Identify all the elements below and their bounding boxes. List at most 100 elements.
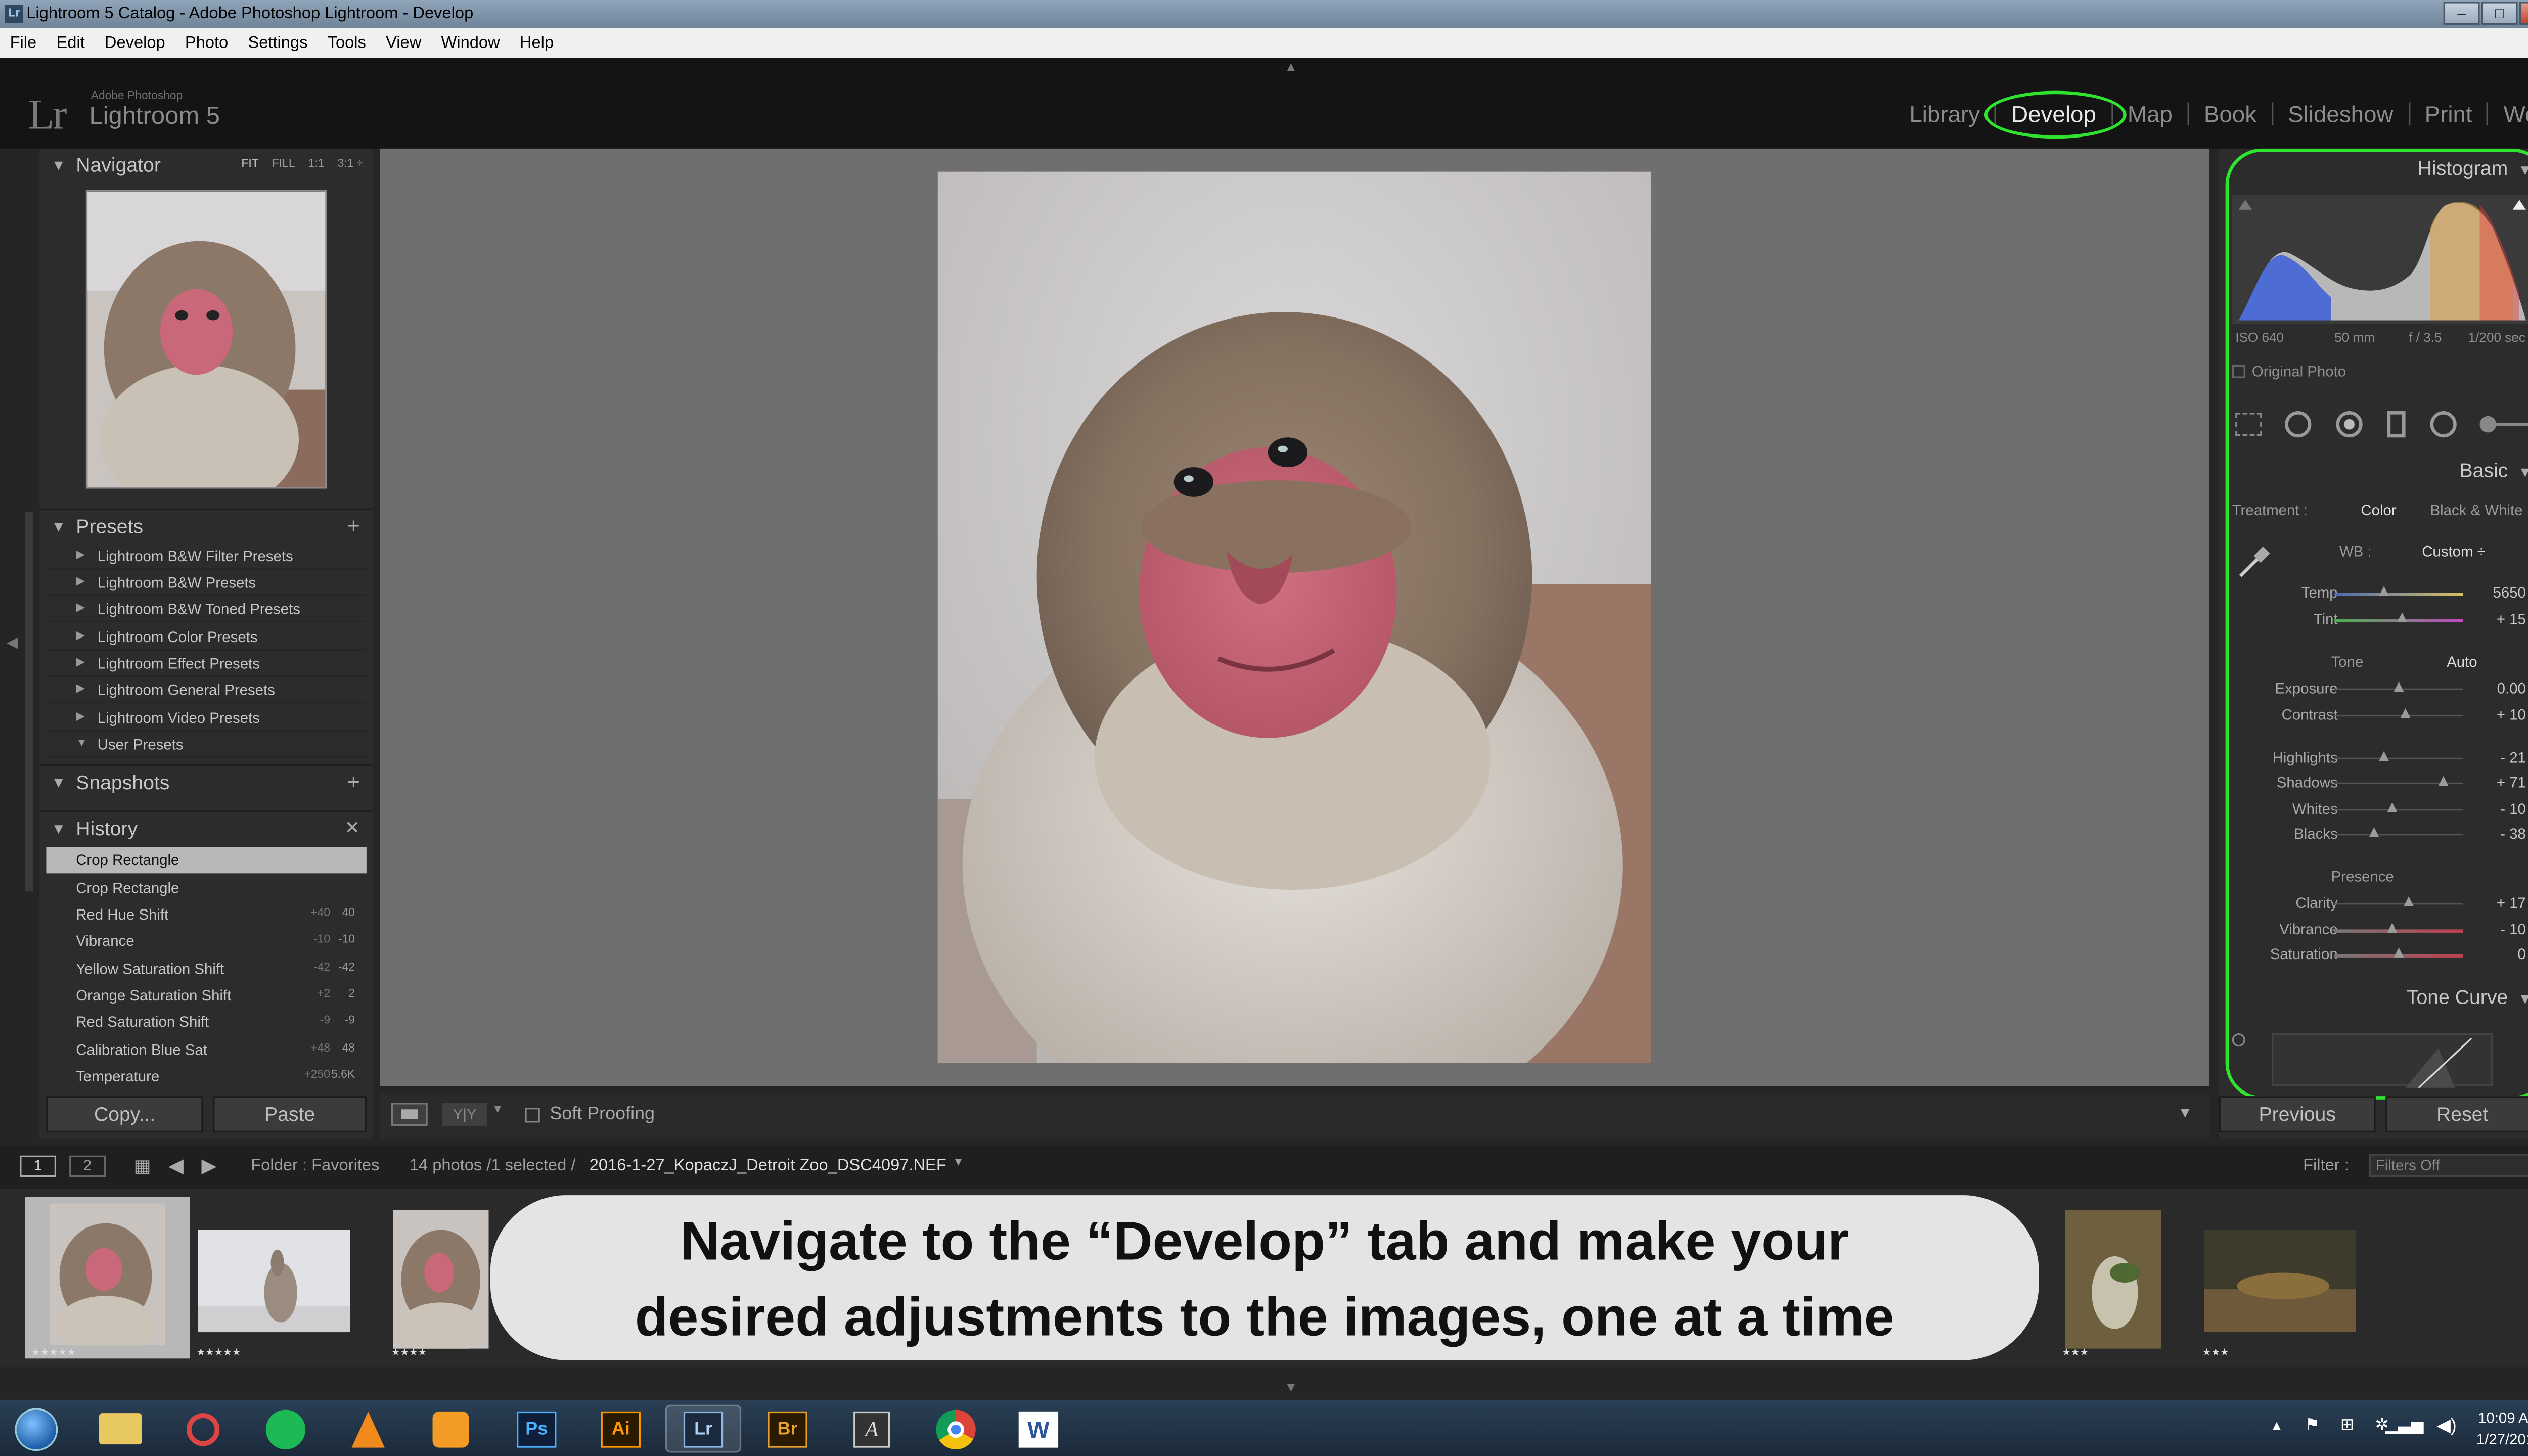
collapse-bottom-icon[interactable]: ▼ bbox=[1284, 1380, 1297, 1395]
nav-1to1[interactable]: 1:1 bbox=[308, 149, 325, 181]
spotify-icon[interactable] bbox=[248, 1405, 324, 1453]
folder-source[interactable]: Folder : Favorites bbox=[251, 1157, 379, 1175]
copy-button[interactable]: Copy... bbox=[46, 1096, 203, 1133]
module-slideshow[interactable]: Slideshow bbox=[2273, 101, 2408, 127]
filmstrip-thumbnail[interactable]: ★★★ bbox=[2195, 1197, 2361, 1359]
history-step[interactable]: Vibrance -10 -10 bbox=[46, 928, 366, 954]
expand-triangle-icon: ▶ bbox=[76, 711, 85, 723]
action-center-flag-icon[interactable]: ⚑ bbox=[2305, 1417, 2319, 1435]
maximize-button[interactable]: □ bbox=[2481, 2, 2518, 25]
history-step[interactable]: Orange Saturation Shift +2 2 bbox=[46, 982, 366, 1009]
snapshots-header[interactable]: ▼ Snapshots + bbox=[39, 764, 373, 797]
module-book[interactable]: Book bbox=[2189, 101, 2271, 127]
show-hidden-icons[interactable]: ▲ bbox=[2270, 1418, 2283, 1433]
history-step[interactable]: Crop Rectangle bbox=[46, 847, 367, 874]
nav-3to1[interactable]: 3:1 ÷ bbox=[338, 149, 364, 181]
preset-folder[interactable]: ▶ Lightroom B&W Presets bbox=[46, 570, 367, 596]
preset-label: Lightroom General Presets bbox=[97, 681, 275, 699]
navigator-header[interactable]: ▼ Navigator FIT FILL 1:1 3:1 ÷ bbox=[39, 149, 373, 181]
clear-history-icon[interactable]: ✕ bbox=[345, 812, 360, 845]
module-develop[interactable]: Develop bbox=[1984, 90, 2127, 139]
reset-button[interactable]: Reset bbox=[2385, 1096, 2528, 1133]
module-web[interactable]: Web bbox=[2489, 101, 2528, 127]
signal-strength-icon[interactable]: ▁▃▅ bbox=[2385, 1417, 2423, 1435]
menu-edit[interactable]: Edit bbox=[47, 34, 95, 52]
module-map[interactable]: Map bbox=[2113, 101, 2188, 127]
module-print[interactable]: Print bbox=[2410, 101, 2487, 127]
history-step[interactable]: Crop Rectangle bbox=[46, 875, 366, 901]
font-viewer-icon[interactable]: A bbox=[834, 1405, 910, 1453]
loupe-view-icon[interactable] bbox=[391, 1103, 428, 1126]
snipping-tool-icon[interactable] bbox=[165, 1405, 241, 1453]
filmstrip-thumbnail[interactable]: ★★★★ bbox=[384, 1197, 490, 1359]
add-snapshot-icon[interactable]: + bbox=[347, 766, 360, 799]
preset-folder[interactable]: ▶ Lightroom B&W Toned Presets bbox=[46, 596, 367, 623]
menu-photo[interactable]: Photo bbox=[175, 34, 238, 52]
preset-folder[interactable]: ▶ Lightroom General Presets bbox=[46, 677, 367, 704]
navigator-preview[interactable] bbox=[85, 190, 327, 489]
preset-folder[interactable]: ▶ Lightroom Video Presets bbox=[46, 705, 367, 732]
menu-view[interactable]: View bbox=[376, 34, 431, 52]
main-window-button[interactable]: 1 bbox=[20, 1155, 57, 1177]
collapse-top-icon[interactable]: ▲ bbox=[1284, 60, 1297, 74]
history-step[interactable]: Calibration Blue Sat +48 48 bbox=[46, 1037, 366, 1063]
menu-develop[interactable]: Develop bbox=[95, 34, 175, 52]
preset-folder[interactable]: ▼ User Presets bbox=[46, 732, 367, 758]
preset-folder[interactable]: ▶ Lightroom Effect Presets bbox=[46, 651, 367, 677]
toolbar-menu-icon[interactable]: ▼ bbox=[2178, 1104, 2192, 1121]
back-arrow-icon[interactable]: ◀ bbox=[168, 1154, 184, 1177]
before-after-button[interactable]: Y|Y bbox=[442, 1103, 487, 1126]
left-scrollbar[interactable] bbox=[24, 512, 33, 892]
illustrator-icon[interactable]: Ai bbox=[583, 1405, 659, 1453]
filmstrip-thumbnail[interactable]: ★★★ bbox=[2055, 1197, 2171, 1359]
nav-fit[interactable]: FIT bbox=[241, 149, 258, 181]
forward-arrow-icon[interactable]: ▶ bbox=[201, 1154, 216, 1177]
chevron-down-icon[interactable]: ▼ bbox=[492, 1104, 504, 1116]
chrome-icon[interactable] bbox=[918, 1405, 994, 1453]
filmstrip-thumbnail[interactable]: ★★★★★ bbox=[190, 1197, 355, 1359]
preset-folder[interactable]: ▶ Lightroom Color Presets bbox=[46, 624, 367, 651]
menu-settings[interactable]: Settings bbox=[238, 34, 318, 52]
history-delta: +40 bbox=[310, 907, 331, 920]
word-icon[interactable]: W bbox=[1001, 1405, 1076, 1453]
main-photo[interactable] bbox=[937, 171, 1651, 1063]
vlc-icon[interactable] bbox=[330, 1405, 406, 1453]
menu-window[interactable]: Window bbox=[431, 34, 510, 52]
grid-view-icon[interactable]: ▦ bbox=[133, 1156, 151, 1177]
previous-button[interactable]: Previous bbox=[2219, 1096, 2376, 1133]
history-step[interactable]: Temperature +250 5.6K bbox=[46, 1063, 366, 1089]
close-button[interactable]: ✕ bbox=[2519, 2, 2528, 25]
secondary-window-button[interactable]: 2 bbox=[69, 1155, 106, 1177]
menu-file[interactable]: File bbox=[0, 34, 47, 52]
media-player-icon[interactable] bbox=[413, 1405, 488, 1453]
history-title: History bbox=[76, 817, 138, 841]
minimize-button[interactable]: – bbox=[2443, 2, 2480, 25]
expand-triangle-icon: ▶ bbox=[76, 630, 85, 643]
photoshop-icon[interactable]: Ps bbox=[499, 1405, 574, 1453]
lightroom-taskbar-icon[interactable]: Lr bbox=[665, 1404, 742, 1453]
history-step[interactable]: Red Hue Shift +40 40 bbox=[46, 901, 366, 928]
file-explorer-icon[interactable] bbox=[82, 1405, 158, 1453]
collapse-left-icon[interactable]: ◀ bbox=[7, 634, 18, 652]
nav-fill[interactable]: FILL bbox=[272, 149, 295, 181]
history-header[interactable]: ▼ History ✕ bbox=[39, 810, 373, 843]
filmstrip-thumbnail[interactable]: ★★★★★ bbox=[24, 1197, 190, 1359]
history-step[interactable]: Red Saturation Shift -9 -9 bbox=[46, 1009, 366, 1035]
module-library[interactable]: Library bbox=[1894, 101, 1995, 127]
volume-icon[interactable]: ◀) bbox=[2436, 1415, 2457, 1436]
selected-filename[interactable]: 2016-1-27_KopaczJ_Detroit Zoo_DSC4097.NE… bbox=[590, 1157, 946, 1175]
filter-select[interactable]: Filters Off bbox=[2369, 1154, 2528, 1177]
presets-header[interactable]: ▼ Presets + bbox=[39, 508, 373, 543]
windows-logo-icon[interactable]: ⊞ bbox=[2340, 1417, 2354, 1435]
history-step[interactable]: Yellow Saturation Shift -42 -42 bbox=[46, 956, 366, 982]
add-preset-icon[interactable]: + bbox=[347, 510, 360, 543]
paste-button[interactable]: Paste bbox=[213, 1096, 367, 1133]
menu-tools[interactable]: Tools bbox=[318, 34, 376, 52]
soft-proofing-checkbox[interactable] bbox=[525, 1108, 540, 1123]
system-clock[interactable]: 10:09 AM 1/27/2016 bbox=[2476, 1408, 2528, 1451]
start-orb-icon[interactable] bbox=[0, 1405, 73, 1453]
preset-folder[interactable]: ▶ Lightroom B&W Filter Presets bbox=[46, 543, 367, 570]
bridge-icon[interactable]: Br bbox=[749, 1405, 825, 1453]
menu-help[interactable]: Help bbox=[510, 34, 563, 52]
chevron-down-icon[interactable]: ▼ bbox=[953, 1157, 964, 1169]
